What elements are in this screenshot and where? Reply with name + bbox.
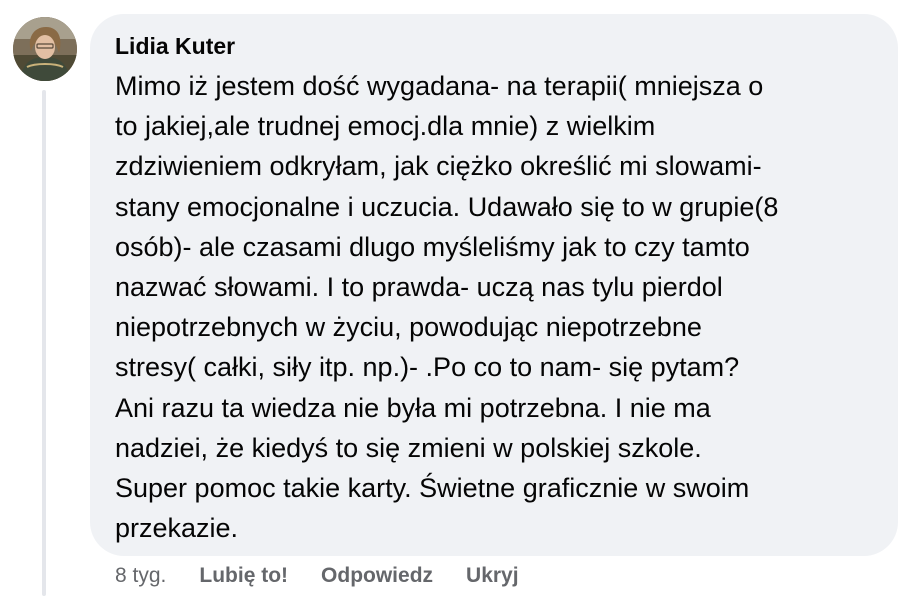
comment-text-line: to jakiej,ale trudnej emocj.dla mnie) z …: [115, 111, 656, 142]
comment-actions: 8 tyg. Lubię to! Odpowiedz Ukryj: [115, 562, 519, 590]
hide-button[interactable]: Ukryj: [466, 564, 519, 588]
avatar[interactable]: [13, 17, 77, 81]
like-button[interactable]: Lubię to!: [199, 564, 288, 588]
comment-text-line: stresy( całki, siły itp. np.)- .Po co to…: [115, 352, 740, 383]
comment-text-line: przekazie.: [115, 513, 239, 544]
comment-timestamp[interactable]: 8 tyg.: [115, 564, 166, 588]
comment-text-line: stany emocjonalne i uczucia. Udawało się…: [115, 191, 779, 222]
avatar-photo-icon: [13, 17, 77, 81]
comment-text-line: nadziei, że kiedyś to się zmieni w polsk…: [115, 432, 702, 463]
comment-text-line: Super pomoc takie karty. Świetne graficz…: [115, 473, 750, 504]
comment-text-line: niepotrzebnych w życiu, powodując niepot…: [115, 312, 702, 343]
comment-text-line: osób)- ale czasami dlugo myśleliśmy jak …: [115, 231, 750, 262]
comment-text-line: Ani razu ta wiedza nie była mi potrzebna…: [115, 392, 711, 423]
comment-text-line: zdziwieniem odkryłam, jak ciężko określi…: [115, 151, 762, 182]
comment-text-line: Mimo iż jestem dość wygadana- na terapii…: [115, 71, 764, 101]
comment-bubble: Lidia Kuter Mimo iż jestem dość wygadana…: [90, 14, 898, 556]
comment-text: Mimo iż jestem dość wygadana- na terapii…: [115, 66, 875, 548]
reply-button[interactable]: Odpowiedz: [321, 564, 433, 588]
comment-text-line: nazwać słowami. I to prawda- uczą nas ty…: [115, 272, 723, 303]
thread-line: [42, 90, 46, 596]
comment-author[interactable]: Lidia Kuter: [115, 33, 235, 60]
